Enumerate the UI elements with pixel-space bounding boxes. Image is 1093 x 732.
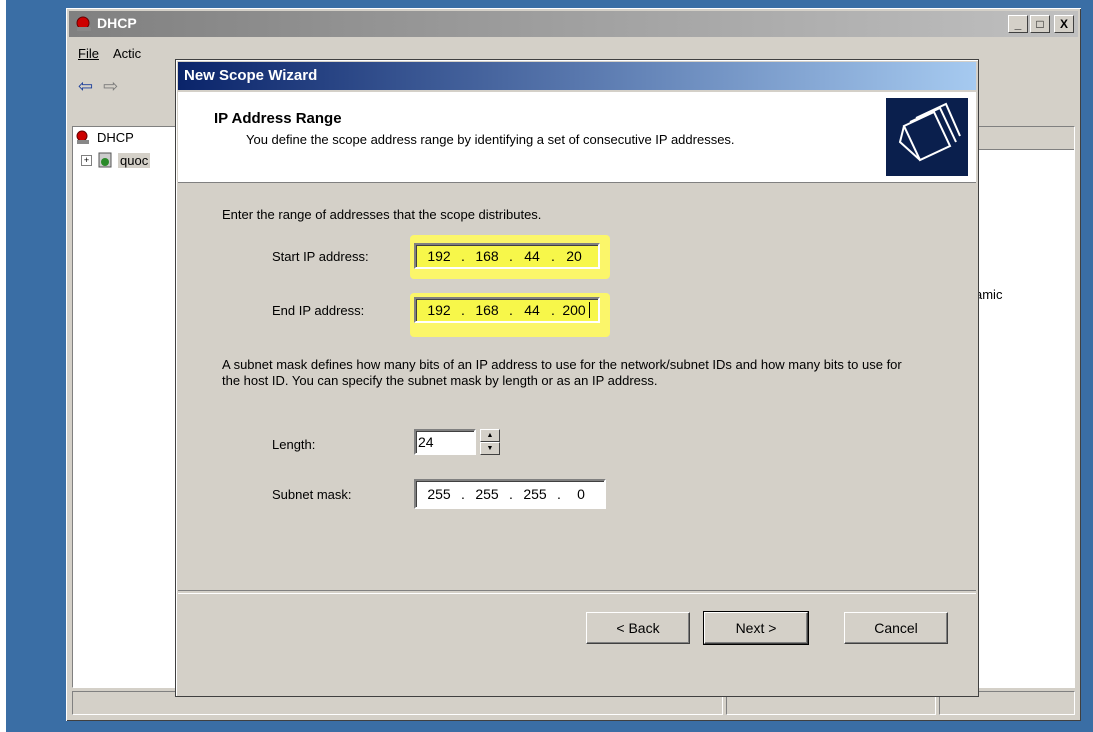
- dhcp-title: DHCP: [97, 15, 137, 31]
- length-input[interactable]: 24: [414, 429, 476, 455]
- details-partial-text: amic: [975, 287, 1003, 302]
- tree-root-label: DHCP: [97, 129, 134, 145]
- server-icon: [98, 152, 112, 168]
- mask-octet-3[interactable]: 255: [518, 486, 552, 502]
- close-button[interactable]: X: [1054, 15, 1074, 33]
- mask-octet-4[interactable]: 0: [566, 486, 596, 502]
- intro-text: Enter the range of addresses that the sc…: [222, 207, 542, 222]
- start-ip-octet-4[interactable]: 20: [560, 248, 588, 264]
- end-ip-octet-3[interactable]: 44: [518, 302, 546, 318]
- end-ip-label: End IP address:: [272, 303, 365, 318]
- tree-server-label: quoc: [118, 152, 151, 168]
- menu-file[interactable]: File: [78, 46, 99, 61]
- minimize-button[interactable]: _: [1008, 15, 1028, 33]
- page-title: IP Address Range: [214, 110, 342, 127]
- folders-icon: [886, 98, 968, 176]
- wizard-header: IP Address Range You define the scope ad…: [178, 92, 976, 183]
- spin-down-icon[interactable]: ▼: [480, 442, 500, 455]
- start-ip-label: Start IP address:: [272, 249, 369, 264]
- wizard-title: New Scope Wizard: [184, 67, 318, 84]
- next-button[interactable]: Next >: [703, 611, 809, 645]
- end-ip-field[interactable]: 192. 168. 44. 200: [414, 297, 600, 323]
- mask-octet-1[interactable]: 255: [422, 486, 456, 502]
- length-label: Length:: [272, 437, 316, 452]
- dhcp-app-icon: [76, 16, 91, 31]
- end-ip-octet-4[interactable]: 200: [560, 302, 588, 318]
- length-value[interactable]: 24: [418, 434, 434, 450]
- tree-server[interactable]: + quoc: [81, 151, 151, 169]
- tree-root[interactable]: DHCP: [75, 129, 134, 145]
- back-button[interactable]: < Back: [586, 612, 690, 644]
- expand-plus-icon[interactable]: +: [81, 154, 92, 166]
- mask-octet-2[interactable]: 255: [470, 486, 504, 502]
- end-ip-octet-1[interactable]: 192: [422, 302, 456, 318]
- start-ip-octet-2[interactable]: 168: [470, 248, 504, 264]
- subnet-mask-label: Subnet mask:: [272, 487, 352, 502]
- text-caret: [589, 302, 590, 318]
- start-ip-octet-3[interactable]: 44: [518, 248, 546, 264]
- cancel-button[interactable]: Cancel: [844, 612, 948, 644]
- menu-action[interactable]: Actic: [113, 46, 141, 61]
- subnet-explanation: A subnet mask defines how many bits of a…: [222, 357, 902, 388]
- back-arrow-icon[interactable]: ⇦: [78, 76, 93, 97]
- dhcp-titlebar[interactable]: DHCP _ □ X: [69, 11, 1078, 37]
- dhcp-node-icon: [76, 130, 89, 144]
- start-ip-octet-1[interactable]: 192: [422, 248, 456, 264]
- wizard-titlebar[interactable]: New Scope Wizard: [178, 62, 976, 90]
- start-ip-field[interactable]: 192. 168. 44. 20: [414, 243, 600, 269]
- wizard-body: Enter the range of addresses that the sc…: [178, 183, 976, 583]
- page-subtitle: You define the scope address range by id…: [246, 132, 735, 147]
- spin-up-icon[interactable]: ▲: [480, 429, 500, 442]
- end-ip-octet-2[interactable]: 168: [470, 302, 504, 318]
- subnet-mask-field[interactable]: 255. 255. 255. 0: [414, 479, 606, 509]
- length-stepper[interactable]: ▲ ▼: [480, 429, 500, 455]
- wizard-footer-divider: [178, 590, 976, 594]
- forward-arrow-icon[interactable]: ⇨: [103, 76, 118, 97]
- maximize-button[interactable]: □: [1030, 15, 1050, 33]
- new-scope-wizard: New Scope Wizard IP Address Range You de…: [176, 60, 978, 696]
